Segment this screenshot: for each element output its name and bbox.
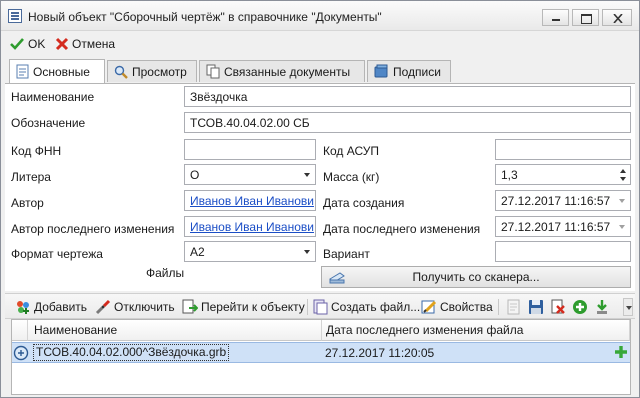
- edit-file-icon[interactable]: [506, 299, 522, 315]
- properties-label: Свойства: [440, 300, 493, 314]
- created-date-field: 27.12.2017 11:16:57: [495, 190, 631, 211]
- ok-label: OK: [28, 37, 46, 51]
- last-author-link[interactable]: Иванов Иван Иванови: [184, 216, 316, 237]
- checkmark-icon: [10, 38, 24, 50]
- author-link[interactable]: Иванов Иван Иванови: [184, 190, 316, 211]
- litera-label: Литера: [11, 170, 51, 184]
- save-icon[interactable]: [528, 299, 544, 315]
- author-label: Автор: [11, 196, 44, 210]
- goto-object-button[interactable]: Перейти к объекту: [182, 298, 305, 316]
- goto-object-icon: [182, 299, 198, 314]
- variant-label: Вариант: [323, 247, 370, 261]
- tab-signatures[interactable]: Подписи: [367, 60, 451, 82]
- name-label: Наименование: [11, 90, 95, 104]
- minimize-button[interactable]: [542, 9, 569, 26]
- properties-button[interactable]: Свойства: [421, 298, 493, 316]
- chevron-down-icon: [304, 173, 310, 177]
- create-label: Создать файл...: [331, 300, 421, 314]
- detach-icon: [95, 299, 111, 315]
- goto-label: Перейти к объекту: [201, 300, 305, 314]
- ok-button[interactable]: OK: [9, 33, 45, 55]
- document-icon: [8, 9, 22, 23]
- title-bar: Новый объект "Сборочный чертёж" в справо…: [1, 1, 639, 31]
- modified-value: 27.12.2017 11:16:57: [501, 220, 611, 234]
- modified-date-field: 27.12.2017 11:16:57: [495, 216, 631, 237]
- properties-icon: [421, 300, 437, 314]
- plus-icon[interactable]: [614, 345, 628, 359]
- create-file-icon: [313, 299, 328, 315]
- litera-combo[interactable]: О: [184, 164, 316, 185]
- column-header-modified[interactable]: Дата последнего изменения файла: [322, 320, 630, 341]
- name-field[interactable]: Звёздочка: [184, 86, 631, 107]
- chevron-down-icon: [304, 250, 310, 254]
- column-header-name[interactable]: Наименование: [28, 320, 322, 341]
- add-icon: [17, 301, 29, 314]
- detach-file-button[interactable]: Отключить: [95, 298, 175, 316]
- created-value: 27.12.2017 11:16:57: [501, 194, 611, 208]
- create-file-button[interactable]: Создать файл...: [312, 298, 420, 316]
- tab-label: Связанные документы: [224, 64, 351, 79]
- format-label: Формат чертежа: [11, 247, 103, 261]
- created-label: Дата создания: [323, 196, 405, 210]
- cancel-label: Отмена: [72, 37, 116, 51]
- scan-button[interactable]: Получить со сканера...: [321, 266, 631, 288]
- mass-label: Масса (кг): [323, 170, 380, 184]
- mass-spinner[interactable]: 1,3: [495, 164, 631, 185]
- fnn-field[interactable]: [184, 139, 316, 160]
- tab-label: Основные: [33, 64, 90, 79]
- dialog-window: Новый объект "Сборочный чертёж" в справо…: [0, 0, 640, 398]
- chevron-down-icon: [619, 199, 625, 203]
- scanner-icon: [329, 272, 345, 284]
- toolbar-separator: [307, 299, 308, 315]
- tab-related-documents[interactable]: Связанные документы: [199, 60, 365, 82]
- signatures-icon: [374, 64, 388, 78]
- tab-main[interactable]: Основные: [9, 59, 105, 83]
- format-value: А2: [190, 245, 205, 259]
- litera-value: О: [190, 168, 200, 182]
- download-icon[interactable]: [594, 299, 610, 315]
- mass-value: 1,3: [501, 168, 518, 182]
- designation-label: Обозначение: [11, 116, 86, 130]
- fnn-label: Код ФНН: [11, 144, 62, 158]
- last-author-label: Автор последнего изменения: [11, 222, 175, 236]
- documents-icon: [206, 64, 220, 79]
- grid-corner: [12, 320, 28, 341]
- format-combo[interactable]: А2: [184, 241, 316, 262]
- add-circle-icon[interactable]: [572, 299, 588, 315]
- close-button[interactable]: [602, 9, 632, 26]
- cancel-button[interactable]: Отмена: [55, 33, 115, 55]
- scan-button-label: Получить со сканера...: [412, 270, 540, 284]
- detach-label: Отключить: [114, 300, 175, 314]
- files-toolbar: Добавить Отключить Перейти к объекту Соз…: [5, 293, 635, 319]
- asup-field[interactable]: [495, 139, 631, 160]
- maximize-button[interactable]: [572, 9, 599, 26]
- add-label: Добавить: [34, 300, 88, 314]
- files-label: Файлы: [146, 266, 185, 280]
- tab-preview[interactable]: Просмотр: [107, 60, 197, 82]
- chevron-down-icon: [619, 225, 625, 229]
- magnifier-icon: [114, 65, 128, 79]
- variant-field[interactable]: [495, 241, 631, 262]
- tab-label: Просмотр: [132, 64, 187, 79]
- toolbar-overflow-button[interactable]: [623, 298, 633, 316]
- asup-label: Код АСУП: [323, 144, 379, 158]
- spin-arrows-icon[interactable]: [620, 167, 627, 182]
- files-grid: Наименование Дата последнего изменения ф…: [11, 319, 631, 395]
- modified-label: Дата последнего изменения: [323, 222, 481, 236]
- file-date-cell: 27.12.2017 11:20:05: [325, 346, 435, 360]
- delete-file-icon[interactable]: [550, 299, 566, 315]
- toolbar-separator: [498, 299, 499, 315]
- cross-icon: [55, 37, 69, 51]
- file-name-cell[interactable]: ТСОВ.40.04.02.000^Звёздочка.grb: [33, 344, 230, 361]
- window-title: Новый объект "Сборочный чертёж" в справо…: [28, 10, 382, 24]
- file-link-icon: [13, 345, 29, 361]
- table-row[interactable]: ТСОВ.40.04.02.000^Звёздочка.grb 27.12.20…: [12, 342, 630, 363]
- add-file-button[interactable]: Добавить: [15, 298, 87, 316]
- close-icon: [613, 14, 623, 23]
- page-icon: [16, 64, 29, 79]
- designation-field[interactable]: ТСОВ.40.04.02.00 СБ: [184, 112, 631, 133]
- tab-label: Подписи: [393, 64, 441, 79]
